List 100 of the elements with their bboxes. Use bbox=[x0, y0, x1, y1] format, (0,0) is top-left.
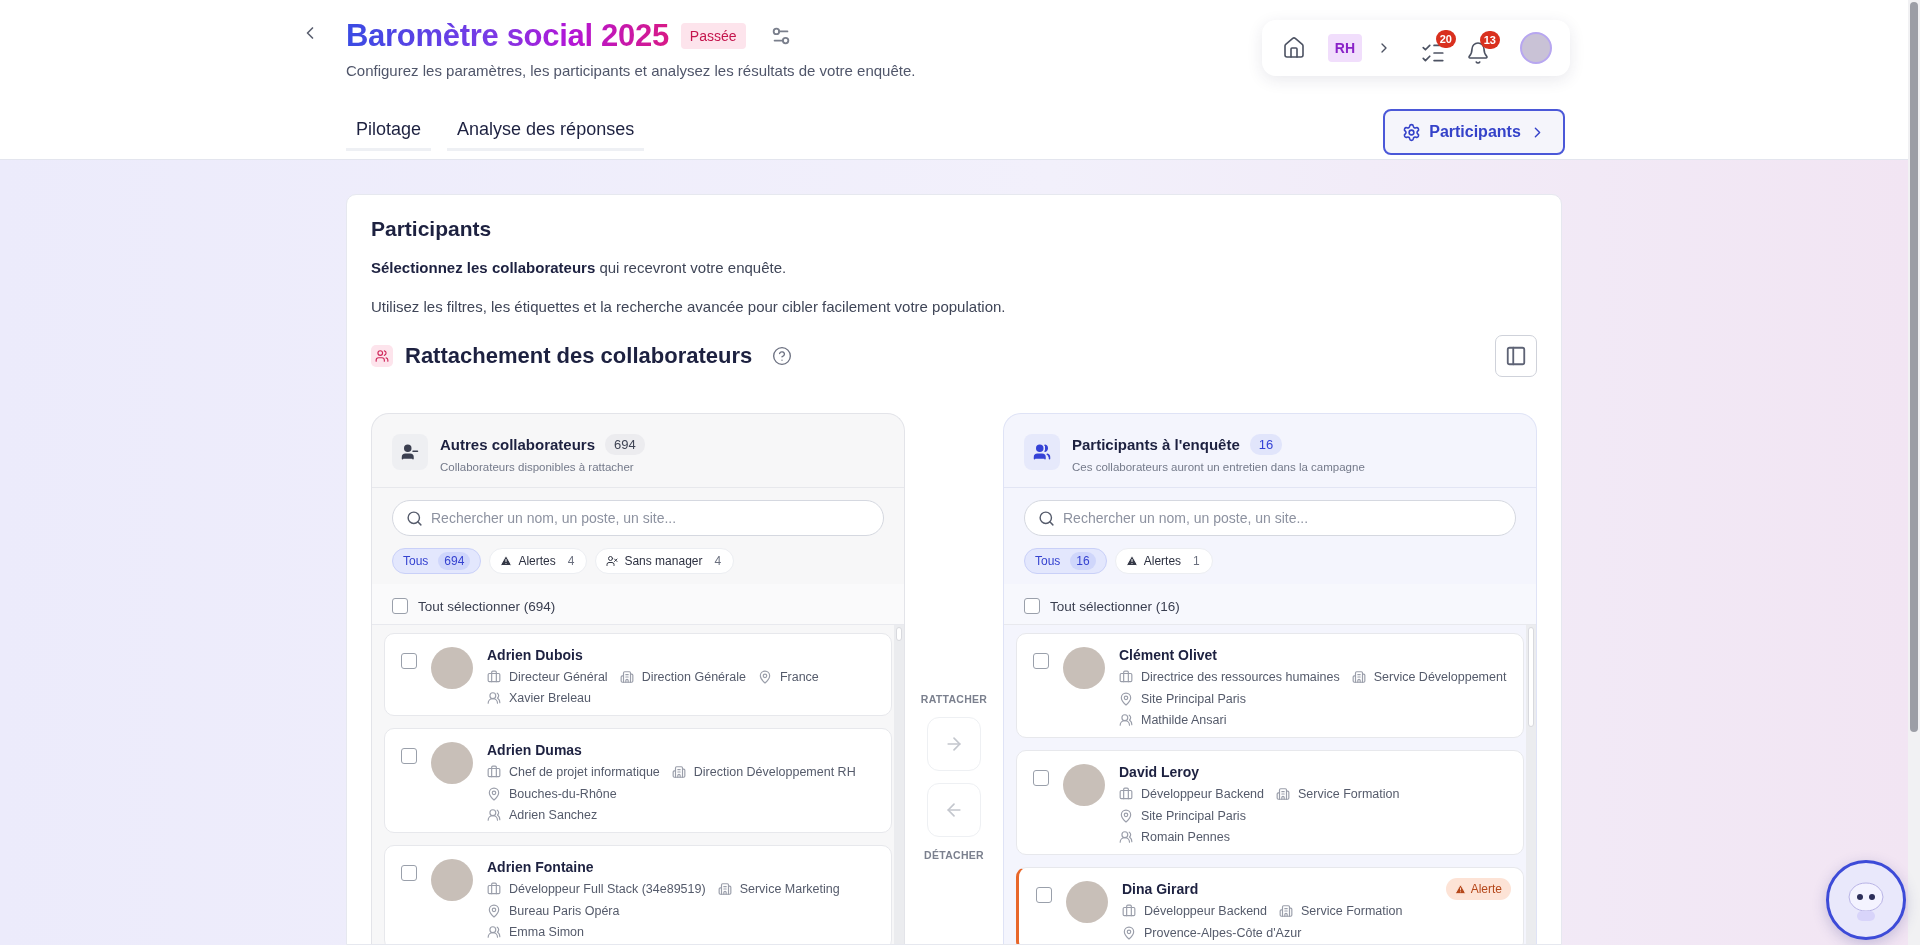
checkbox[interactable] bbox=[1036, 887, 1052, 903]
map-pin-icon bbox=[1122, 926, 1136, 940]
map-pin-icon bbox=[487, 904, 501, 918]
manager-icon bbox=[487, 808, 501, 822]
home-icon bbox=[1281, 36, 1306, 60]
checkbox[interactable] bbox=[1024, 598, 1040, 614]
space-badge[interactable]: RH bbox=[1327, 34, 1362, 62]
building-icon bbox=[1351, 670, 1366, 684]
building-icon bbox=[1276, 787, 1290, 801]
avatar bbox=[431, 859, 473, 901]
users-icon bbox=[371, 345, 393, 367]
panel-subtitle: Collaborateurs disponibles à rattacher bbox=[440, 461, 635, 473]
manager-icon bbox=[1119, 713, 1133, 727]
section-title: Rattachement des collaborateurs bbox=[405, 343, 753, 369]
building-icon bbox=[717, 882, 732, 896]
person-department: Service Développement bbox=[1373, 670, 1507, 684]
select-all-label: Tout sélectionner (16) bbox=[1050, 598, 1180, 614]
avatar bbox=[431, 742, 473, 784]
users-icon bbox=[1024, 434, 1060, 470]
checkbox[interactable] bbox=[401, 748, 417, 764]
person-department: Direction Développement RH bbox=[693, 765, 856, 779]
avatar bbox=[431, 647, 473, 689]
manager-name: Romain Pennes bbox=[1141, 830, 1230, 844]
warning-icon bbox=[1125, 555, 1138, 567]
avatar bbox=[1066, 881, 1108, 923]
checkbox[interactable] bbox=[392, 598, 408, 614]
panel-subtitle: Ces collaborateurs auront un entretien dans la campagne bbox=[1072, 461, 1365, 473]
checkbox[interactable] bbox=[401, 865, 417, 881]
person-job: Développeur Backend bbox=[1144, 904, 1267, 918]
checkbox[interactable] bbox=[1033, 653, 1049, 669]
search-icon bbox=[1038, 510, 1055, 527]
map-pin-icon bbox=[757, 670, 772, 684]
briefcase-icon bbox=[487, 670, 501, 684]
scrollbar-thumb[interactable] bbox=[1910, 2, 1918, 732]
filter-chip[interactable]: Sans manager 4 bbox=[595, 548, 735, 574]
filter-chip[interactable]: Tous 16 bbox=[1024, 548, 1107, 574]
attach-label: RATTACHER bbox=[920, 693, 988, 705]
tasks-button[interactable]: 20 bbox=[1420, 30, 1456, 66]
person-location: Bouches-du-Rhône bbox=[509, 787, 617, 801]
help-icon bbox=[772, 346, 793, 366]
person-name: Adrien Fontaine bbox=[487, 859, 594, 875]
person-name: Adrien Dumas bbox=[487, 742, 582, 758]
intro-text: Sélectionnez les collaborateurs qui recevront votre enquête. bbox=[371, 259, 788, 276]
map-pin-icon bbox=[1119, 692, 1133, 706]
person-location: Site Principal Paris bbox=[1141, 809, 1246, 823]
person-job: Directeur Général bbox=[509, 670, 608, 684]
briefcase-icon bbox=[487, 765, 501, 779]
avatar bbox=[1063, 647, 1105, 689]
manager-icon bbox=[487, 925, 501, 939]
count-badge: 20 bbox=[1435, 30, 1456, 48]
checkbox[interactable] bbox=[1033, 770, 1049, 786]
manager-name: Adrien Sanchez bbox=[509, 808, 598, 822]
manager-icon bbox=[1119, 830, 1133, 844]
count-badge: 694 bbox=[605, 434, 645, 455]
building-icon bbox=[1279, 904, 1293, 918]
person-location: Provence-Alpes-Côte d'Azur bbox=[1144, 926, 1302, 940]
filter-chip[interactable]: Tous 694 bbox=[392, 548, 482, 574]
user-crossed-icon bbox=[606, 555, 619, 567]
person-job: Directrice des ressources humaines bbox=[1141, 670, 1340, 684]
person-department: Direction Générale bbox=[641, 670, 746, 684]
alert-badge: Alerte bbox=[1445, 878, 1511, 900]
search-icon bbox=[406, 510, 423, 527]
checkbox[interactable] bbox=[401, 653, 417, 669]
hint-text: Utilisez les filtres, les étiquettes et la recherche avancée pour cibler facilement votre population. bbox=[371, 298, 1007, 315]
tab[interactable]: Pilotage bbox=[346, 113, 432, 151]
gear-icon bbox=[1402, 122, 1422, 142]
person-name: David Leroy bbox=[1119, 764, 1200, 780]
notifications-button[interactable]: 13 bbox=[1466, 31, 1500, 65]
person-location: Site Principal Paris bbox=[1141, 692, 1246, 706]
search-field[interactable]: Rechercher un nom, un poste, un site... bbox=[392, 500, 884, 536]
home-button[interactable] bbox=[1281, 36, 1306, 60]
filter-chip[interactable]: Alertes 1 bbox=[1114, 548, 1213, 574]
building-icon bbox=[619, 670, 634, 684]
page-subtitle: Configurez les paramètres, les participants et analysez les résultats de votre enquête. bbox=[346, 62, 916, 79]
person-location: Bureau Paris Opéra bbox=[509, 904, 620, 918]
person-name: Dina Girard bbox=[1122, 881, 1199, 897]
briefcase-icon bbox=[1122, 904, 1136, 918]
count-badge: 13 bbox=[1479, 31, 1500, 49]
person-job: Développeur Backend bbox=[1141, 787, 1264, 801]
panel-title: Participants à l'enquête bbox=[1072, 436, 1240, 453]
person-department: Service Formation bbox=[1301, 904, 1403, 918]
panel-toggle-button[interactable] bbox=[1495, 335, 1537, 377]
select-all-label: Tout sélectionner (694) bbox=[418, 598, 556, 614]
tab[interactable]: Analyse des réponses bbox=[447, 113, 645, 151]
manager-icon bbox=[487, 691, 501, 705]
panel-icon bbox=[1505, 345, 1527, 367]
person-department: Service Formation bbox=[1298, 787, 1400, 801]
user-minus-icon bbox=[392, 434, 428, 470]
briefcase-icon bbox=[487, 882, 501, 896]
detach-label: DÉTACHER bbox=[924, 849, 984, 861]
building-icon bbox=[671, 765, 686, 779]
manager-name: Mathilde Ansari bbox=[1141, 713, 1227, 727]
panel-title: Autres collaborateurs bbox=[440, 436, 596, 453]
participants-button[interactable]: Participants bbox=[1383, 109, 1565, 155]
person-name: Adrien Dubois bbox=[487, 647, 583, 663]
person-job: Chef de projet informatique bbox=[509, 765, 660, 779]
filter-chip[interactable]: Alertes 4 bbox=[489, 548, 588, 574]
search-field[interactable]: Rechercher un nom, un poste, un site... bbox=[1024, 500, 1516, 536]
user-avatar[interactable] bbox=[1520, 32, 1552, 64]
help-button[interactable] bbox=[772, 346, 793, 366]
